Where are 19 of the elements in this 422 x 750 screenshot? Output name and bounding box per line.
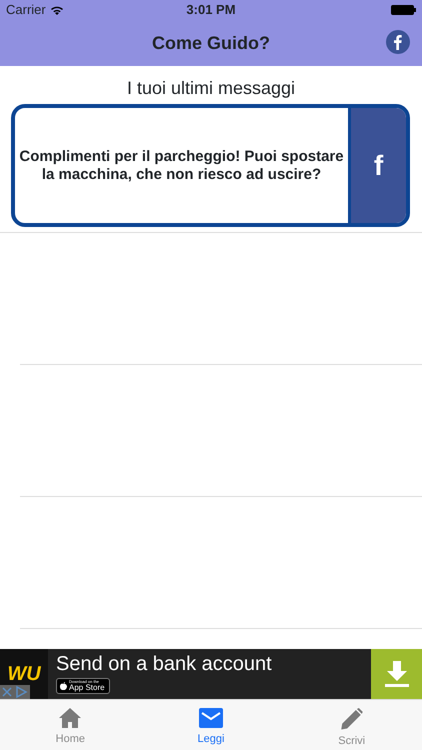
section-heading: I tuoi ultimi messaggi (126, 77, 296, 100)
facebook-share-button[interactable]: f (348, 108, 406, 223)
wifi-icon (50, 5, 64, 15)
tab-bar-item[interactable]: Leggi (140, 700, 282, 750)
ad-choices-icon[interactable] (0, 685, 30, 699)
home-icon (59, 708, 82, 728)
battery-icon (390, 5, 416, 15)
ad-text: Send on a bank account (56, 654, 272, 674)
clock-text: 3:01 PM (186, 1, 236, 20)
carrier-text: Carrier (6, 1, 46, 20)
download-button[interactable] (371, 649, 422, 699)
download-icon (384, 661, 408, 687)
message-card[interactable]: Complimenti per il parcheggio! Puoi spostare la macchina, che non riesco ad uscire? f (11, 104, 410, 227)
envelope-icon (199, 708, 223, 728)
facebook-icon[interactable] (386, 30, 410, 54)
nav-title: Come Guido? (152, 32, 270, 54)
message-text: Complimenti per il parcheggio! Puoi spostare la macchina, che non riesco ad uscire? (18, 146, 345, 184)
logo-text: WU (7, 662, 41, 687)
pencil-icon (340, 708, 363, 730)
